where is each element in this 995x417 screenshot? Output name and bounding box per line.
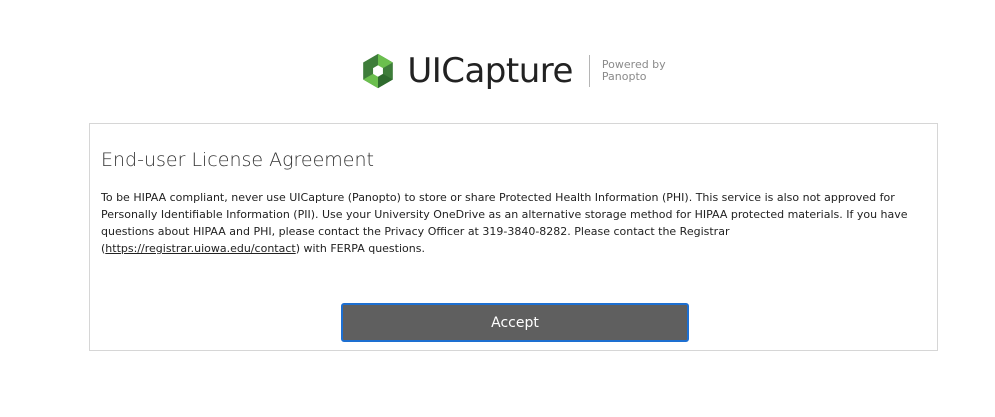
- eula-page: UICapture Powered by Panopto End-user Li…: [0, 0, 995, 417]
- registrar-contact-link[interactable]: https://registrar.uiowa.edu/contact: [105, 242, 295, 255]
- agreement-text-part2: ) with FERPA questions.: [295, 242, 425, 255]
- powered-by-line2: Panopto: [601, 70, 647, 83]
- powered-by-label: Powered by Panopto: [602, 59, 666, 83]
- panopto-hexagon-icon: [363, 53, 394, 89]
- agreement-title: End-user License Agreement: [101, 149, 374, 171]
- brand-header: UICapture Powered by Panopto: [0, 46, 995, 96]
- accept-button[interactable]: Accept: [341, 303, 689, 342]
- agreement-text: To be HIPAA compliant, never use UICaptu…: [101, 189, 926, 257]
- brand-divider: [588, 55, 590, 87]
- license-agreement-card: End-user License Agreement To be HIPAA c…: [89, 123, 938, 351]
- brand-name: UICapture: [407, 51, 573, 91]
